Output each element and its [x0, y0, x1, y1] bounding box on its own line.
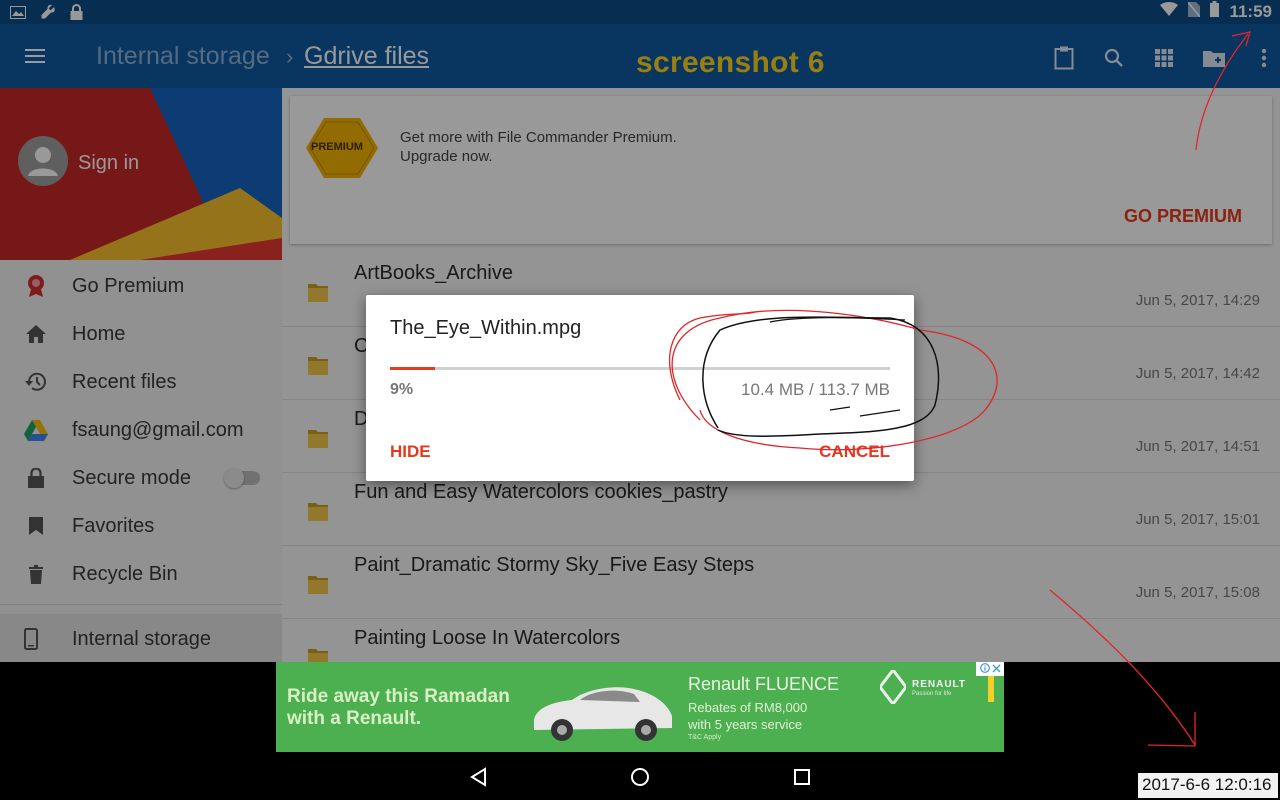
screenshot-timestamp: 2017-6-6 12:0:16 [1138, 773, 1278, 798]
ad-brand: Renault FLUENCE [688, 674, 840, 694]
cancel-button[interactable]: CANCEL [819, 442, 890, 462]
hide-button[interactable]: HIDE [390, 442, 431, 462]
download-progress-dialog: The_Eye_Within.mpg 9% 10.4 MB / 113.7 MB… [366, 295, 914, 481]
recents-icon[interactable] [791, 766, 813, 788]
back-icon[interactable] [468, 766, 490, 788]
progress-bar [390, 367, 890, 370]
ad-info-icon[interactable] [979, 662, 990, 678]
ad-offer-line-1: Rebates of RM8,000 [688, 700, 808, 715]
ad-logo-text: RENAULT [912, 679, 967, 690]
ad-choices[interactable] [976, 662, 1004, 676]
system-nav-bar [0, 752, 1280, 800]
progress-bar-fill [390, 367, 435, 370]
dialog-title: The_Eye_Within.mpg [390, 317, 582, 339]
progress-percent: 9% [390, 381, 414, 398]
ad-tagline: Passion for life [912, 691, 952, 697]
car-image [534, 687, 672, 741]
renault-logo-icon [880, 670, 906, 704]
ad-close-icon[interactable] [992, 662, 1001, 678]
ad-terms: T&C Apply [688, 734, 722, 741]
home-circle-icon[interactable] [629, 766, 651, 788]
progress-size: 10.4 MB / 113.7 MB [741, 380, 890, 399]
ad-offer-line-2: with 5 years service [688, 717, 803, 732]
ad-banner[interactable]: Ride away this Ramadan with a Renault. R… [276, 662, 1004, 752]
ad-headline: Ride away this Ramadan with a Renault. [287, 686, 510, 729]
